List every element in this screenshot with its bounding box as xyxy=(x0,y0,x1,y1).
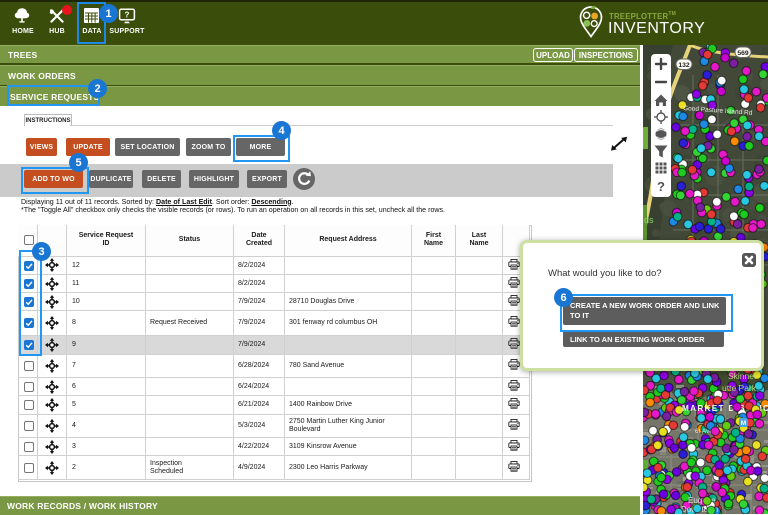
svg-text:M: M xyxy=(741,420,746,427)
svg-text:utte Park: utte Park xyxy=(722,383,757,393)
svg-text:Skinner: Skinner xyxy=(728,371,757,381)
svg-text:132: 132 xyxy=(678,62,690,69)
svg-text:?: ? xyxy=(657,179,665,194)
svg-text:?: ? xyxy=(125,11,130,20)
svg-text:ds: ds xyxy=(644,215,654,225)
svg-text:569: 569 xyxy=(737,50,749,57)
